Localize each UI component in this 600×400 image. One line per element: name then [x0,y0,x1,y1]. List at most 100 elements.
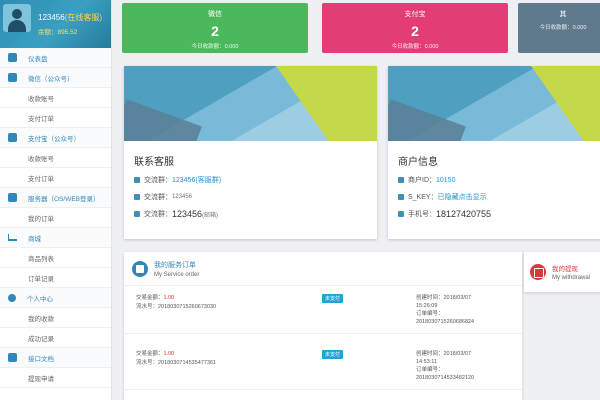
sidebar-item[interactable]: 收款账号 [0,148,111,168]
order-label: 订单编号： [416,367,444,373]
sidebar-item-label: 支付订单 [28,115,54,123]
user-tag: (在线客服) [64,13,103,22]
order-row[interactable]: 交易金额：1.00 流水号：2018030714535477361 未支付 创建时… [124,344,522,390]
sidebar-item[interactable]: 成功记录 [0,328,111,348]
sidebar-item-label: 个人中心 [27,295,53,303]
person-icon [8,293,16,302]
main-content: 微信 2 今日收款额：0.000 支付宝 2 今日收款额：0.000 其 今日收… [112,0,600,400]
sidebar-item-label: 收款账号 [28,155,54,163]
sidebar-item[interactable]: 订单记录 [0,268,111,288]
stat-sub: 今日收款额：0.000 [191,44,239,50]
sidebar-item[interactable]: 提现申请 [0,368,111,388]
sidebar-item[interactable]: 支付订单 [0,108,111,128]
sidebar-item-label: 服务器（OS/WEB登录） [28,195,100,203]
label: 交流群： [144,194,172,201]
sidebar-group[interactable]: 支付宝（公众号） [0,128,111,148]
username-text: 123456 [38,13,65,22]
time-label: 创建时间：2018/03/07 [416,295,472,301]
sidebar-menu: 仪表盘 微信（公众号） 收款账号 支付订单 支付宝（公众号） 收款账号 支付订单 服务器（OS… [0,48,111,388]
qq-value[interactable]: 123456 [172,177,195,184]
stat-sub: 今日收款额：0.000 [539,25,587,31]
merchant-card: 商户信息 商户ID： 10150 S_KEY： 已隐藏点击显示 手机号： 181274… [388,66,600,239]
mail-icon [134,211,140,217]
sidebar-item[interactable]: 商品列表 [0,248,111,268]
card-banner [124,66,377,141]
contact-wechat: 交流群： 123456 [134,192,377,202]
sidebar-item[interactable]: 我的收款 [0,308,111,328]
cart-icon [8,234,17,241]
amount: 1.00 [163,351,175,357]
merchant-id-value: 10150 [436,176,456,184]
order-icon [132,260,148,277]
sidebar-group[interactable]: 服务器（OS/WEB登录） [0,188,111,208]
merchant-key: S_KEY： 已隐藏点击显示 [398,192,600,202]
sidebar: 123456(在线客服) 余额：895.52 仪表盘 微信（公众号） 收款账号 支付订… [0,0,112,400]
amount-label: 交易金额： [136,295,164,301]
sidebar-group[interactable]: 商城 [0,228,111,248]
person-icon [134,177,140,183]
contact-mail: 交流群： 123456 (邮箱) [134,209,377,219]
wechat-icon [134,194,140,200]
sidebar-item-label: 收款账号 [28,95,54,103]
stat-value: 2 [411,23,419,39]
order-row[interactable]: 交易金额：1.00 流水号：2018030715260673030 未支付 创建时… [124,288,522,334]
order-id: 2018030714533482120 [416,375,475,381]
username: 123456(在线客服) [38,12,102,23]
show-key-link[interactable]: 已隐藏点击显示 [438,192,487,202]
merchant-phone: 手机号： 18127420755 [398,209,600,219]
phone-icon [398,211,404,217]
stat-card-other[interactable]: 其 今日收款额：0.000 [518,3,600,53]
sidebar-group[interactable]: 个人中心 [0,288,111,308]
qq-note: (客服群) [195,177,222,184]
sidebar-item[interactable]: 收款账号 [0,88,111,108]
order-meta: 创建时间：2018/03/07 15:26:09 订单编号： 201803071526… [416,294,474,326]
sidebar-item-label: 我的订单 [28,215,54,223]
user-profile-panel: 123456(在线客服) 余额：895.52 [0,0,111,48]
time: 15:26:09 [416,303,438,309]
avatar[interactable] [3,4,31,32]
sidebar-item-label: 提现申请 [28,375,54,383]
server-icon [8,193,17,202]
sidebar-group[interactable]: 微信（公众号） [0,68,111,88]
sidebar-group[interactable]: 仪表盘 [0,48,111,68]
merchant-id: 商户ID： 10150 [398,175,600,185]
order-label: 订单编号： [416,311,444,317]
stat-title: 支付宝 [404,11,426,18]
stat-card-alipay[interactable]: 支付宝 2 今日收款额：0.000 [322,3,508,53]
sidebar-group[interactable]: 接口文档 [0,348,111,368]
sidebar-item-label: 仪表盘 [28,55,48,63]
sidebar-item-label: 支付宝（公众号） [28,135,80,143]
stat-sub: 今日收款额：0.000 [391,44,439,50]
alipay-icon [8,133,17,142]
sidebar-item-label: 成功记录 [28,335,54,343]
service-orders-panel: 我的服务订单 My Service order 交易金额：1.00 流水号：2018… [124,252,522,400]
mail-value: 123456 [172,209,203,219]
withdrawal-panel[interactable]: 我的提现 My withdrawal [524,252,600,292]
sidebar-item-label: 微信（公众号） [28,75,74,83]
sidebar-item-label: 接口文档 [28,355,54,363]
doc-icon [8,353,17,362]
serial-no: 流水号：2018030715260673030 [136,304,217,310]
card-title: 商户信息 [398,157,438,168]
order-main: 交易金额：1.00 流水号：2018030715260673030 [136,294,216,312]
withdraw-icon [530,264,546,280]
withdraw-subtitle: My withdrawal [552,275,591,281]
wechat-value: 123456 [172,194,193,200]
mail-note: (邮箱) [202,212,219,219]
status-badge: 未支付 [322,294,344,303]
withdraw-title: 我的提现 [552,266,578,273]
card-title: 联系客服 [134,157,174,168]
orders-subtitle: My Service order [154,271,200,278]
sidebar-item-label: 支付订单 [28,175,54,183]
status-badge: 未支付 [322,350,344,359]
sidebar-item[interactable]: 我的订单 [0,208,111,228]
stat-title: 微信 [208,11,222,18]
stat-value: 2 [211,23,219,39]
wechat-icon [8,73,17,82]
stat-card-wechat[interactable]: 微信 2 今日收款额：0.000 [122,3,308,53]
label: S_KEY： [408,194,438,201]
sidebar-item-label: 我的收款 [28,315,54,323]
contact-card: 联系客服 交流群： 123456 (客服群) 交流群： 123456 交流群： 1234… [124,66,377,239]
sidebar-item[interactable]: 支付订单 [0,168,111,188]
orders-title: 我的服务订单 [154,261,196,269]
